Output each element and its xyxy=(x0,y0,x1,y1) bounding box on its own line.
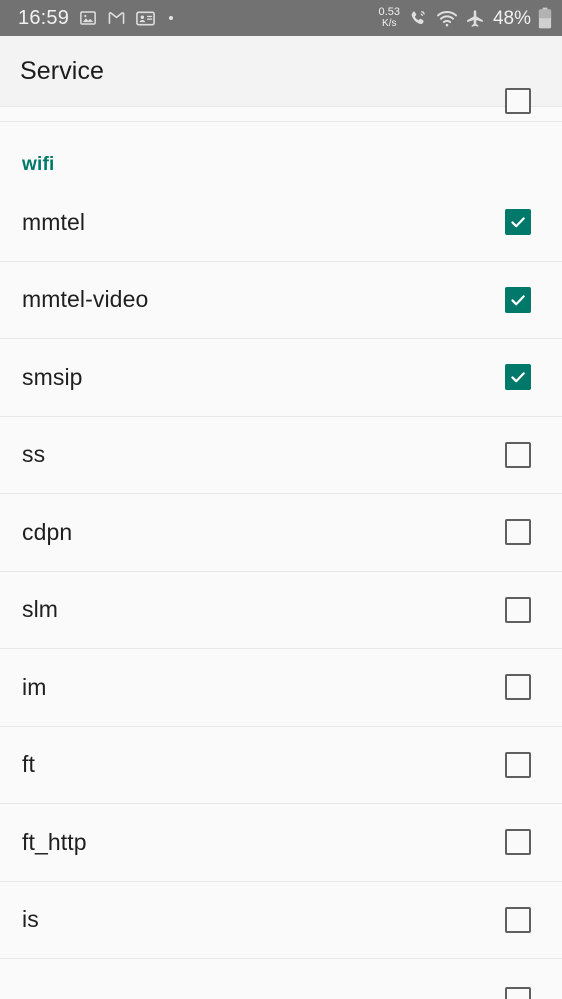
status-bar: 16:59 0.53 K/s 48% xyxy=(0,0,562,36)
checkbox-im[interactable] xyxy=(505,674,531,701)
page-title: Service xyxy=(20,56,105,85)
list-item[interactable]: ft_http xyxy=(0,804,562,882)
checkbox-smsip[interactable] xyxy=(505,364,531,391)
list-item[interactable]: smsip xyxy=(0,339,562,417)
section-header-label: wifi xyxy=(22,154,55,175)
checkbox-is[interactable] xyxy=(505,906,531,933)
wifi-icon xyxy=(436,9,458,28)
list-item[interactable]: slm xyxy=(0,571,562,649)
checkbox-slm[interactable] xyxy=(505,596,531,623)
checkbox-mmtel[interactable] xyxy=(505,209,531,236)
list-item-label: ft xyxy=(22,751,35,778)
status-bar-clock: 16:59 xyxy=(18,7,70,29)
checkbox-partial-top[interactable] xyxy=(505,88,531,114)
section-header-wifi: wifi xyxy=(0,122,562,184)
list-item[interactable]: ft xyxy=(0,726,562,804)
list-item-label: mmtel-video xyxy=(22,286,149,313)
network-speed-value: 0.53 xyxy=(378,6,400,19)
list-item-label: cdpn xyxy=(22,518,73,545)
list-item-label: ft_http xyxy=(22,828,87,855)
list-item[interactable]: ss xyxy=(0,416,562,494)
status-dot-icon xyxy=(169,16,174,20)
list-item-label: ss xyxy=(22,441,46,468)
checkbox-partial-bottom[interactable] xyxy=(505,987,531,999)
list-item-partial-top[interactable] xyxy=(0,88,562,122)
list-item-label: im xyxy=(22,673,47,700)
list-item-label: smsip xyxy=(22,363,83,390)
checkbox-mmtel-video[interactable] xyxy=(505,286,531,313)
list-item[interactable]: cdpn xyxy=(0,494,562,572)
network-speed-unit: K/s xyxy=(382,17,397,29)
status-bar-left: 16:59 xyxy=(18,8,379,28)
contact-card-icon xyxy=(136,11,155,26)
list-item-partial-bottom[interactable] xyxy=(0,959,562,999)
list-item[interactable]: mmtel-video xyxy=(0,261,562,339)
list-item[interactable]: im xyxy=(0,649,562,727)
list-item-label: slm xyxy=(22,596,59,623)
checkbox-ft_http[interactable] xyxy=(505,829,531,856)
checkbox-cdpn[interactable] xyxy=(505,519,531,546)
gmail-icon xyxy=(107,9,126,27)
list-item[interactable]: mmtel xyxy=(0,184,562,262)
service-list[interactable]: wifi mmtel mmtel-video smsip ss cdpn slm im ft f… xyxy=(0,88,562,999)
list-item-label: is xyxy=(22,906,39,933)
battery-percentage: 48% xyxy=(492,7,531,29)
checkbox-ss[interactable] xyxy=(505,441,531,468)
service-rows: mmtel mmtel-video smsip ss cdpn slm im ft ft_htt… xyxy=(0,184,562,959)
service-settings-screen: 16:59 0.53 K/s 48% Service wifi mmtel mm… xyxy=(0,0,562,999)
network-speed-indicator: 0.53 K/s xyxy=(378,6,400,29)
photos-icon xyxy=(79,9,97,27)
list-item-label: mmtel xyxy=(22,208,86,235)
app-bar: Service xyxy=(0,36,562,107)
checkbox-ft[interactable] xyxy=(505,751,531,778)
airplane-mode-icon xyxy=(465,9,485,28)
vowifi-call-icon xyxy=(408,9,429,28)
list-item[interactable]: is xyxy=(0,881,562,959)
status-bar-right: 0.53 K/s 48% xyxy=(379,7,552,29)
battery-icon xyxy=(538,7,552,29)
